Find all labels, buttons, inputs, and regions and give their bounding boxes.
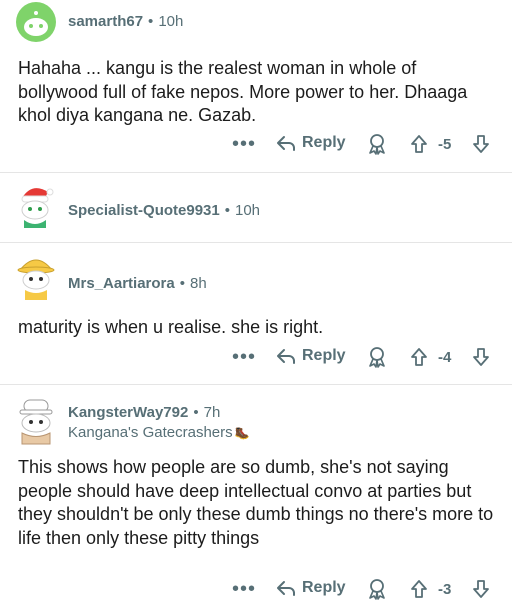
vote-score: -3 [438,581,452,598]
comment-body: Hahaha ... kangu is the realest woman in… [18,58,468,125]
snoo-cap-avatar-icon [19,399,53,445]
flair-label: Kangana's Gatecrashers [68,424,233,441]
reply-label: Reply [302,579,346,596]
comment-meta: Mrs_Aartiarora • 8h [68,275,207,293]
downvote-button[interactable] [472,347,490,367]
divider [0,172,512,173]
avatar[interactable] [14,0,58,44]
snoo-santa-hat-avatar-icon [21,188,54,228]
comment-body: This shows how people are so dumb, she's… [18,457,494,548]
timestamp: 7h [203,404,221,421]
reply-label: Reply [302,134,346,151]
award-icon [369,579,385,600]
more-options-button[interactable]: ••• [232,134,256,154]
award-button[interactable] [366,346,388,368]
divider [0,242,512,243]
downvote-arrow-icon [473,135,489,153]
timestamp: 8h [189,275,207,292]
award-icon [369,134,385,155]
meta-separator: • [224,202,230,219]
comment-body: maturity is when u realise. she is right… [18,317,324,337]
comment-meta: samarth67 • 10h [68,13,183,31]
comment-meta: Specialist-Quote9931 • 10h [68,202,260,220]
downvote-button[interactable] [472,579,490,599]
username[interactable]: samarth67 [68,13,143,30]
downvote-button[interactable] [472,134,490,154]
award-icon [369,347,385,368]
comment-actions: ••• Reply -5 [0,131,512,159]
divider [0,384,512,385]
meta-separator: • [179,275,185,292]
comment-actions: ••• Reply -4 [0,344,512,372]
avatar[interactable] [14,396,58,445]
comment-meta: KangsterWay792 • 7h [68,404,220,422]
upvote-button[interactable] [410,134,428,154]
more-options-button[interactable]: ••• [232,347,256,367]
comment-actions: ••• Reply -3 [0,576,512,604]
timestamp: 10h [158,13,184,30]
meta-separator: • [148,13,154,30]
reply-button[interactable]: Reply [276,579,346,597]
upvote-arrow-icon [411,348,427,366]
timestamp: 10h [235,202,261,219]
reply-icon [277,349,295,364]
avatar[interactable] [14,252,58,300]
upvote-button[interactable] [410,579,428,599]
username[interactable]: Mrs_Aartiarora [68,275,175,292]
reply-button[interactable]: Reply [276,347,346,365]
meta-separator: • [193,404,199,421]
upvote-button[interactable] [410,347,428,367]
upvote-arrow-icon [411,135,427,153]
reply-button[interactable]: Reply [276,134,346,152]
snoo-green-avatar-icon [16,2,56,42]
username[interactable]: Specialist-Quote9931 [68,202,220,219]
downvote-arrow-icon [473,348,489,366]
award-button[interactable] [366,133,388,155]
downvote-arrow-icon [473,580,489,598]
flair-emoji-icon: 🥾 [234,426,250,440]
more-options-button[interactable]: ••• [232,579,256,599]
avatar[interactable] [14,182,58,228]
vote-score: -4 [438,349,452,366]
award-button[interactable] [366,578,388,600]
username[interactable]: KangsterWay792 [68,404,188,421]
vote-score: -5 [438,136,452,153]
snoo-yellow-hat-avatar-icon [17,259,55,300]
upvote-arrow-icon [411,580,427,598]
reply-icon [277,136,295,151]
user-flair: Kangana's Gatecrashers 🥾 [68,424,250,441]
reply-label: Reply [302,347,346,364]
reply-icon [277,581,295,596]
